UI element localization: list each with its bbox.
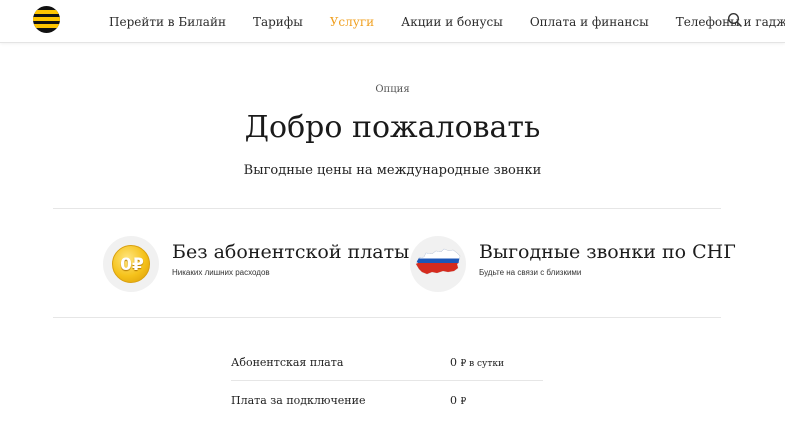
pricing-label: Плата за подключение [231,394,366,407]
beeline-logo[interactable] [33,6,60,33]
nav-item-payment[interactable]: Оплата и финансы [530,15,649,29]
page-title: Добро пожаловать [244,110,541,145]
page-kicker: Опция [375,84,410,95]
site-header: Перейти в Билайн Тарифы Услуги Акции и б… [0,0,785,43]
nav-item-go-to-beeline[interactable]: Перейти в Билайн [109,15,226,29]
feature-subtitle: Будьте на связи с близкими [479,268,582,277]
feature-subtitle: Никаких лишних расходов [172,268,270,277]
divider-bottom [53,317,721,318]
feature-title: Выгодные звонки по СНГ [479,241,736,263]
pricing-value: 0 [450,356,457,369]
pricing-unit: ₽ в сутки [460,359,504,369]
feature-title: Без абонентской платы [172,241,410,263]
nav-item-tariffs[interactable]: Тарифы [253,15,303,29]
russia-map-icon [415,248,461,275]
pricing-unit: ₽ [460,397,467,407]
pricing-divider [231,380,543,381]
feature-icon-circle [410,236,466,292]
coin-label: 0₽ [120,255,144,275]
pricing-label: Абонентская плата [231,356,344,369]
pricing-value-group: 0 ₽ в сутки [450,356,504,369]
zero-ruble-coin-icon: 0₽ [112,245,150,283]
nav-item-services[interactable]: Услуги [330,15,374,29]
feature-icon-circle: 0₽ [103,236,159,292]
nav-item-promotions[interactable]: Акции и бонусы [401,15,503,29]
search-icon[interactable] [727,12,743,28]
pricing-value-group: 0 ₽ [450,394,466,407]
page-subtitle: Выгодные цены на международные звонки [243,163,542,178]
pricing-value: 0 [450,394,457,407]
divider-top [53,208,721,209]
main-nav: Перейти в Билайн Тарифы Услуги Акции и б… [109,0,785,43]
